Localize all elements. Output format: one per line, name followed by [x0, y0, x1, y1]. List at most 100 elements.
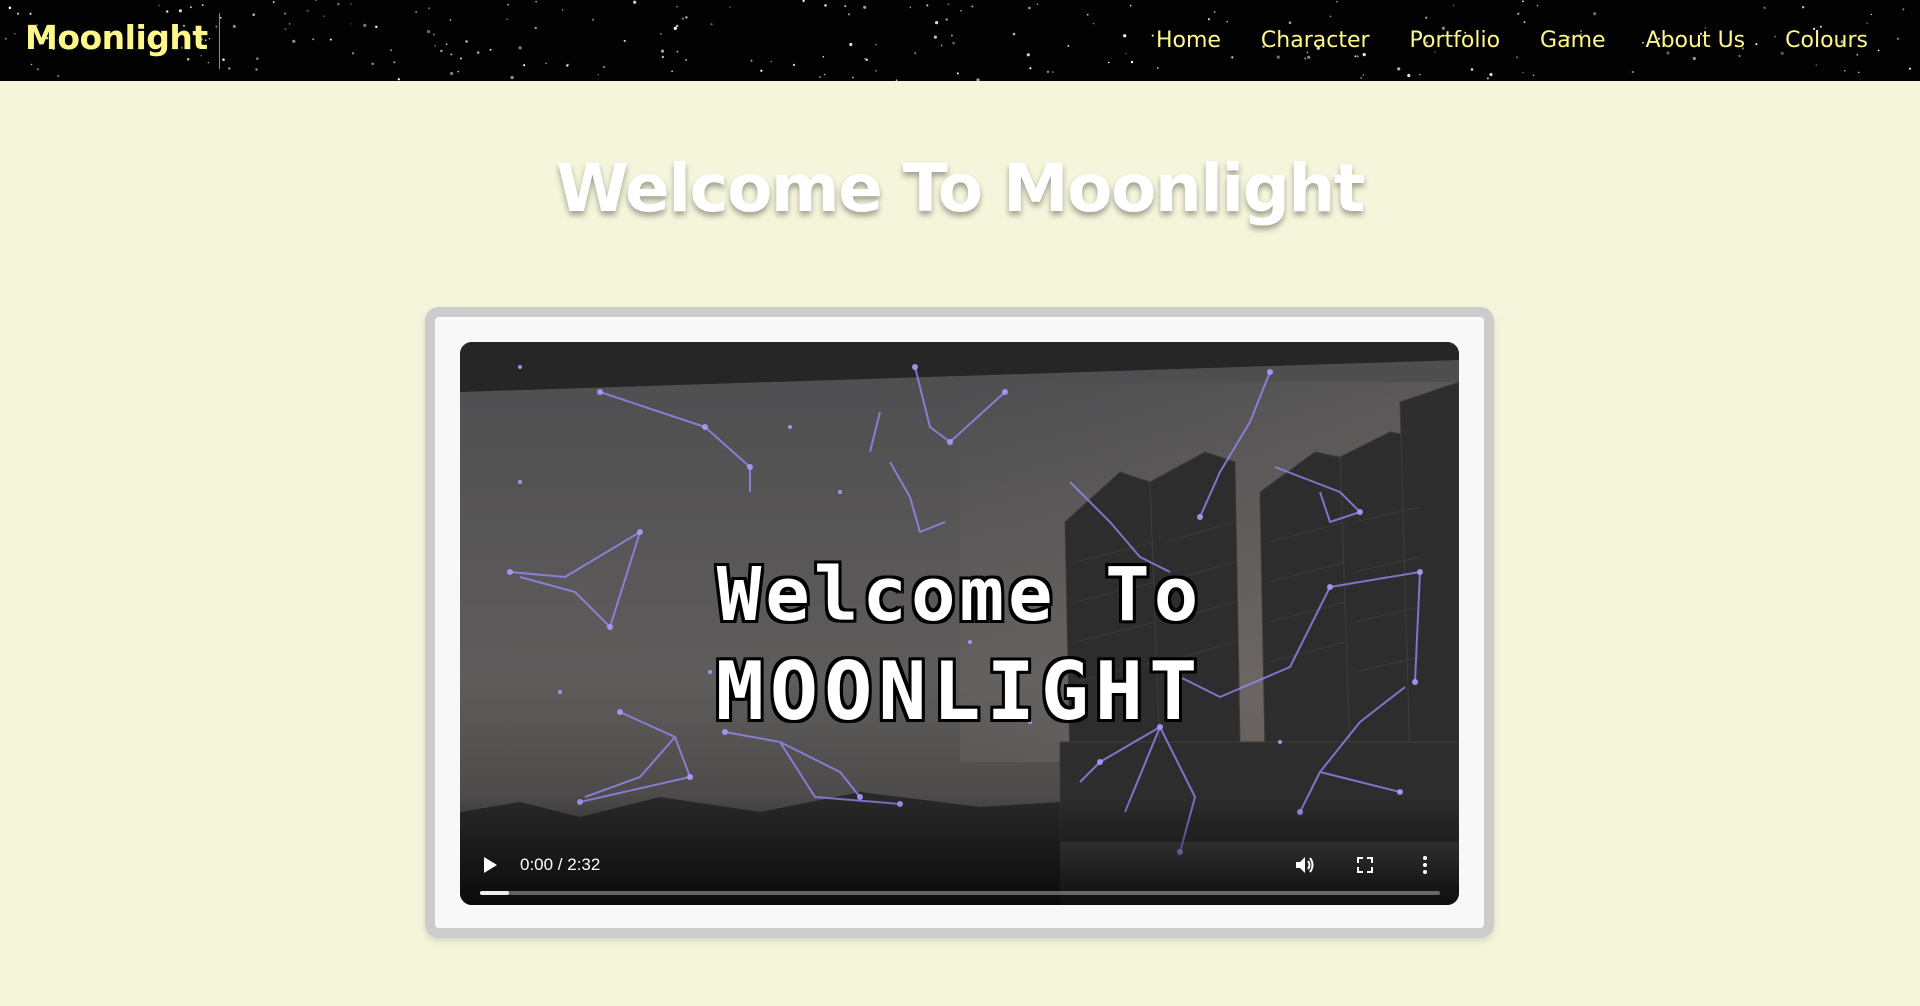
- star-dot: [186, 58, 190, 61]
- star-dot: [427, 30, 431, 34]
- star-dot: [36, 68, 40, 71]
- star-dot: [926, 4, 929, 7]
- play-icon[interactable]: [480, 855, 500, 875]
- video-overlay-title-line2: MOONLIGHT: [715, 645, 1204, 738]
- star-dot: [849, 42, 853, 47]
- star-dot: [864, 57, 866, 60]
- star-dot: [681, 17, 685, 20]
- star-dot: [350, 3, 352, 5]
- star-dot: [272, 1, 275, 3]
- star-dot: [306, 9, 309, 12]
- star-dot: [971, 5, 974, 8]
- star-dot: [459, 57, 462, 60]
- star-dot: [1151, 34, 1154, 37]
- star-dot: [1012, 32, 1016, 36]
- star-dot: [671, 70, 673, 73]
- star-dot: [375, 25, 378, 29]
- star-dot: [952, 41, 955, 45]
- star-dot: [729, 6, 731, 9]
- video-player[interactable]: Welcome To MOONLIGHT 0:00 / 2:32: [460, 342, 1459, 905]
- star-dot: [865, 58, 868, 62]
- star-dot: [518, 46, 522, 50]
- star-dot: [215, 25, 218, 28]
- star-dot: [623, 39, 626, 42]
- star-dot: [30, 63, 33, 66]
- star-dot: [792, 63, 796, 67]
- star-dot: [363, 23, 367, 27]
- star-dot: [863, 5, 867, 9]
- star-dot: [674, 26, 677, 30]
- star-dot: [165, 10, 169, 13]
- nav-colours-link[interactable]: Colours: [1785, 28, 1868, 53]
- star-dot: [232, 24, 236, 28]
- video-controls: 0:00 / 2:32: [460, 795, 1459, 905]
- fullscreen-icon[interactable]: [1353, 853, 1377, 877]
- star-dot: [875, 69, 877, 72]
- star-dot: [351, 52, 355, 55]
- nav-about-us-link[interactable]: About Us: [1646, 28, 1746, 53]
- star-dot: [284, 28, 287, 31]
- video-time-display: 0:00 / 2:32: [520, 855, 601, 874]
- star-dot: [1051, 71, 1054, 74]
- star-dot: [510, 75, 514, 80]
- star-dot: [428, 7, 430, 10]
- star-dot: [29, 12, 32, 15]
- star-dot: [535, 0, 537, 3]
- star-dot: [676, 5, 678, 8]
- star-dot: [457, 70, 460, 73]
- star-dot: [1029, 67, 1032, 70]
- nav-game-link[interactable]: Game: [1540, 28, 1606, 53]
- star-dot: [851, 76, 854, 79]
- star-dot: [822, 56, 825, 58]
- star-dot: [750, 59, 753, 62]
- star-dot: [256, 57, 259, 60]
- star-dot: [844, 5, 847, 8]
- star-dot: [207, 61, 210, 64]
- star-dot: [602, 65, 606, 69]
- more-options-icon[interactable]: [1413, 853, 1437, 877]
- video-overlay-title-line1: Welcome To: [716, 552, 1203, 638]
- brand-logo[interactable]: Moonlight: [25, 18, 208, 57]
- star-dot: [592, 18, 595, 21]
- star-dot: [847, 13, 851, 16]
- star-dot: [597, 74, 599, 76]
- nav-character-link[interactable]: Character: [1261, 28, 1370, 53]
- star-dot: [450, 53, 453, 56]
- star-dot: [208, 37, 211, 40]
- video-progress-bar[interactable]: [480, 891, 1440, 895]
- star-dot: [534, 26, 537, 30]
- star-dot: [818, 75, 822, 79]
- star-dot: [561, 9, 564, 11]
- star-dot: [415, 11, 417, 13]
- star-dot: [292, 39, 296, 43]
- star-dot: [57, 74, 60, 78]
- star-dot: [465, 40, 468, 43]
- star-dot: [947, 3, 950, 6]
- star-dot: [660, 49, 665, 53]
- star-dot: [476, 51, 480, 54]
- star-dot: [976, 78, 980, 81]
- star-dot: [288, 23, 291, 25]
- nav-portfolio-link[interactable]: Portfolio: [1410, 28, 1501, 53]
- star-dot: [523, 64, 526, 67]
- star-dot: [1036, 3, 1039, 6]
- star-dot: [760, 69, 763, 72]
- star-dot: [8, 6, 12, 10]
- star-dot: [349, 23, 352, 25]
- nav-home-link[interactable]: Home: [1156, 28, 1221, 53]
- star-dot: [661, 55, 665, 59]
- star-dot: [950, 34, 953, 37]
- star-dot: [201, 4, 204, 6]
- star-dot: [633, 0, 637, 4]
- star-dot: [506, 18, 508, 20]
- star-dot: [158, 4, 160, 7]
- volume-icon[interactable]: [1293, 853, 1317, 877]
- video-progress-fill: [480, 891, 509, 895]
- star-dot: [1047, 70, 1049, 73]
- star-dot: [1123, 34, 1127, 38]
- star-dot: [824, 4, 827, 7]
- star-dot: [222, 58, 225, 61]
- star-dot: [1092, 22, 1095, 25]
- star-dot: [914, 52, 917, 54]
- star-dot: [935, 21, 939, 25]
